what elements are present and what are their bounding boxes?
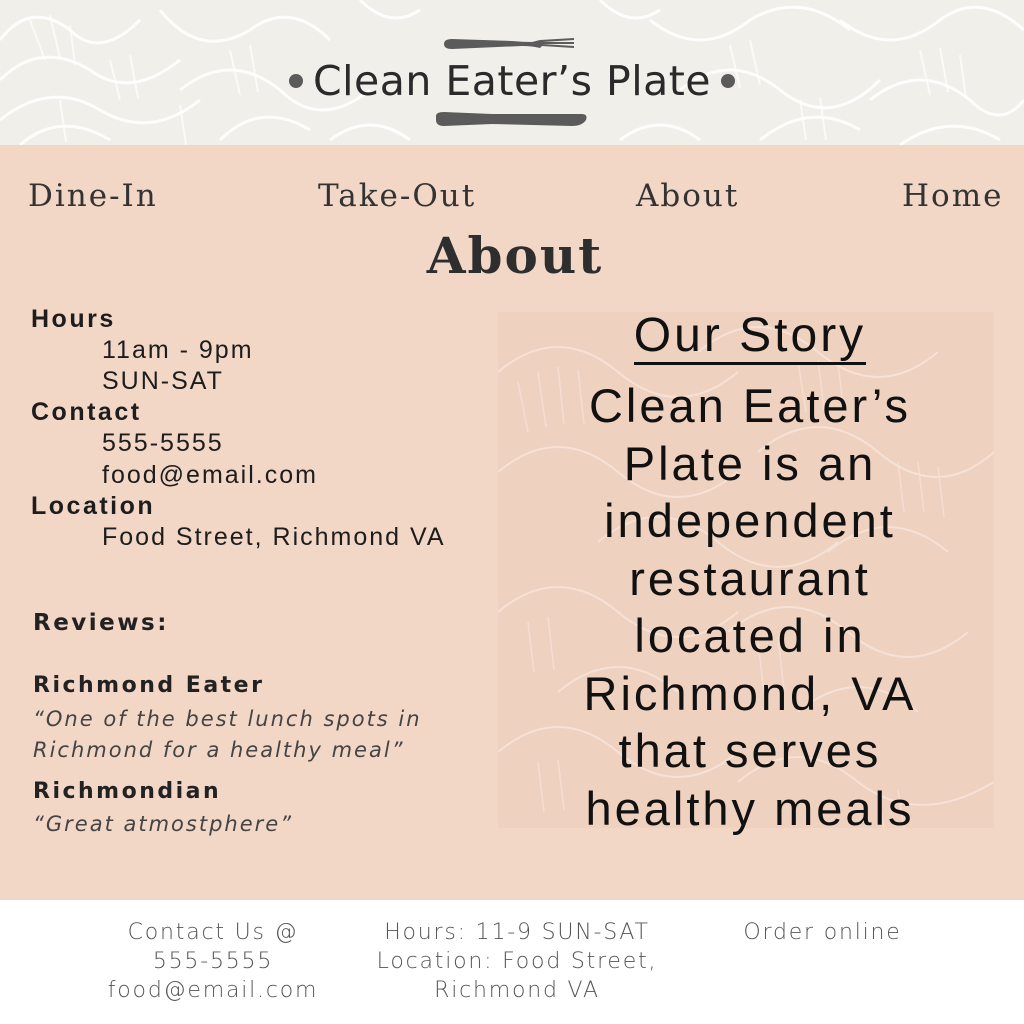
footer-location: Location: Food Street,	[376, 949, 658, 974]
story-text: Clean Eater’s Plate is an independent re…	[498, 377, 1002, 837]
contact-email: food@email.com	[102, 461, 318, 489]
logo-text: Clean Eater’s Plate	[312, 57, 712, 105]
story-line: restaurant	[629, 551, 871, 605]
nav-about[interactable]: About	[636, 178, 739, 214]
footer-contact-label: Contact Us @	[127, 920, 299, 945]
review-quote: “One of the best lunch spots in Richmond…	[33, 707, 422, 762]
logo-dot-left	[288, 74, 303, 88]
page-title: About	[426, 226, 604, 285]
knife-icon	[436, 112, 587, 126]
story-title-text: Our Story	[633, 309, 867, 365]
footer-contact: Contact Us @ 555-5555 food@email.com	[90, 918, 336, 1005]
review-author: Richmond Eater	[33, 673, 265, 698]
order-online-link[interactable]: Order online	[720, 918, 925, 947]
story-line: located in	[634, 609, 866, 662]
footer-email[interactable]: food@email.com	[90, 976, 336, 1005]
hours-heading: Hours	[31, 305, 116, 333]
contact-heading: Contact	[31, 398, 142, 426]
location-value: Food Street, Richmond VA	[102, 523, 446, 551]
story-line: Richmond, VA	[583, 666, 917, 720]
story-title: Our Story	[498, 308, 1002, 365]
story-line: healthy meals	[585, 781, 915, 835]
footer-hours-location: Hours: 11-9 SUN-SAT Location: Food Stree…	[372, 918, 662, 1005]
nav-take-out[interactable]: Take-Out	[318, 178, 476, 214]
footer-hours: Hours: 11-9 SUN-SAT	[384, 920, 650, 945]
footer-phone[interactable]: 555-5555	[90, 947, 336, 976]
fork-icon	[444, 38, 574, 49]
contact-phone: 555-5555	[102, 429, 224, 457]
story-line: Clean Eater’s	[588, 379, 912, 432]
nav-dine-in[interactable]: Dine-In	[28, 178, 158, 214]
story-line: independent	[604, 494, 896, 547]
story-line: that serves	[618, 724, 882, 777]
review-author: Richmondian	[33, 779, 222, 804]
logo[interactable]: Clean Eater’s Plate	[0, 56, 1024, 106]
hours-days: SUN-SAT	[102, 367, 224, 395]
reviews-title: Reviews:	[33, 610, 169, 636]
story-line: Plate is an	[623, 436, 877, 490]
location-heading: Location	[31, 492, 156, 520]
review-quote: “Great atmostphere”	[33, 812, 294, 836]
hours-time: 11am - 9pm	[102, 336, 254, 364]
site-header: Clean Eater’s Plate	[0, 0, 1024, 145]
footer-location-city: Richmond VA	[434, 978, 600, 1003]
nav-home[interactable]: Home	[902, 178, 1003, 214]
logo-dot-right	[721, 74, 736, 88]
